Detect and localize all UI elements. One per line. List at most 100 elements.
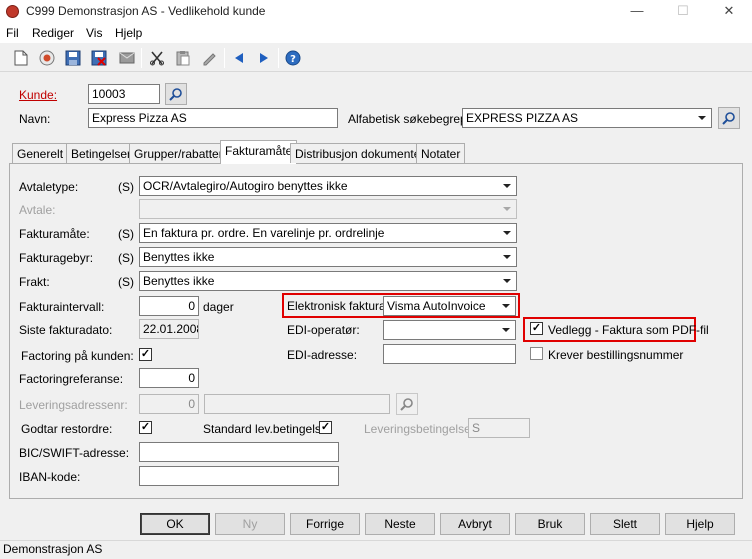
chevron-down-icon[interactable] bbox=[499, 225, 515, 241]
tab-notater[interactable]: Notater bbox=[416, 143, 466, 163]
kunde-input[interactable]: 10003 bbox=[88, 84, 160, 104]
cut-icon[interactable] bbox=[146, 47, 168, 69]
chevron-down-icon[interactable] bbox=[694, 110, 710, 126]
leveringsadresse-text bbox=[204, 394, 390, 414]
forward-arrow-icon[interactable] bbox=[253, 47, 275, 69]
factoring-checkbox[interactable]: ✓ bbox=[139, 348, 152, 361]
window-title: C999 Demonstrasjon AS - Vedlikehold kund… bbox=[26, 4, 266, 18]
forrige-button[interactable]: Forrige bbox=[290, 513, 360, 535]
avbryt-button[interactable]: Avbryt bbox=[440, 513, 510, 535]
save-icon[interactable] bbox=[62, 47, 84, 69]
menu-rediger[interactable]: Rediger bbox=[32, 26, 74, 40]
avtaletype-s-marker: (S) bbox=[118, 180, 134, 194]
alfabetisk-combo[interactable]: EXPRESS PIZZA AS bbox=[462, 108, 712, 128]
maximize-button[interactable]: ☐ bbox=[660, 0, 706, 23]
slett-button[interactable]: Slett bbox=[590, 513, 660, 535]
frakt-combo[interactable]: Benyttes ikke bbox=[139, 271, 517, 291]
leveringsbetingelse-input: S bbox=[468, 418, 530, 438]
iban-label: IBAN-kode: bbox=[19, 470, 81, 484]
alfabetisk-value: EXPRESS PIZZA AS bbox=[466, 111, 579, 125]
iban-input[interactable] bbox=[139, 466, 339, 486]
edit-icon[interactable] bbox=[198, 47, 220, 69]
leveringsadresse-lookup-button bbox=[396, 393, 418, 415]
help-icon[interactable]: ? bbox=[282, 47, 304, 69]
avtaletype-value: OCR/Avtalegiro/Autogiro benyttes ikke bbox=[143, 179, 348, 193]
elektronisk-faktura-label: Elektronisk faktura: bbox=[287, 299, 390, 313]
navn-label: Navn: bbox=[19, 112, 51, 126]
frakt-s-marker: (S) bbox=[118, 275, 134, 289]
menu-hjelp[interactable]: Hjelp bbox=[115, 26, 142, 40]
alfabetisk-lookup-button[interactable] bbox=[718, 107, 740, 129]
kunde-label: Kunde: bbox=[19, 88, 58, 102]
edi-operator-combo[interactable] bbox=[383, 320, 516, 340]
bruk-button[interactable]: Bruk bbox=[515, 513, 585, 535]
godtar-restordre-checkbox[interactable]: ✓ bbox=[139, 421, 152, 434]
tab-betingelser[interactable]: Betingelser bbox=[66, 143, 137, 163]
ok-button[interactable]: OK bbox=[140, 513, 210, 535]
dager-label: dager bbox=[203, 300, 234, 314]
siste-fakturadato-label: Siste fakturadato: bbox=[19, 323, 113, 337]
paste-icon[interactable] bbox=[172, 47, 194, 69]
svg-text:?: ? bbox=[290, 54, 296, 65]
vedlegg-pdf-label: Vedlegg - Faktura som PDF-fil bbox=[548, 323, 709, 337]
krever-bestillingsnummer-checkbox[interactable] bbox=[530, 347, 543, 360]
chevron-down-icon bbox=[499, 201, 515, 217]
krever-bestillingsnummer-label: Krever bestillingsnummer bbox=[548, 348, 684, 362]
avtaletype-label: Avtaletype: bbox=[19, 180, 79, 194]
alfabetisk-label: Alfabetisk søkebegrep: bbox=[348, 112, 471, 126]
fakturamate-label: Fakturamåte: bbox=[19, 227, 90, 241]
hjelp-button[interactable]: Hjelp bbox=[665, 513, 735, 535]
new-document-icon[interactable] bbox=[10, 47, 32, 69]
frakt-value: Benyttes ikke bbox=[143, 274, 215, 288]
godtar-restordre-label: Godtar restordre: bbox=[21, 422, 113, 436]
fakturamate-s-marker: (S) bbox=[118, 227, 134, 241]
menu-bar bbox=[0, 23, 752, 43]
delete-save-icon[interactable] bbox=[88, 47, 110, 69]
chevron-down-icon[interactable] bbox=[499, 273, 515, 289]
edi-operator-label: EDI-operatør: bbox=[287, 323, 360, 337]
factoringreferanse-label: Factoringreferanse: bbox=[19, 372, 124, 386]
search-icon bbox=[169, 88, 182, 101]
fakturagebyr-combo[interactable]: Benyttes ikke bbox=[139, 247, 517, 267]
tab-grupper-rabatter[interactable]: Grupper/rabatter bbox=[129, 143, 228, 163]
vedlegg-pdf-checkbox[interactable]: ✓ bbox=[530, 322, 543, 335]
tab-distribusjon-dokumenter[interactable]: Distribusjon dokumenter bbox=[290, 143, 430, 163]
bic-swift-input[interactable] bbox=[139, 442, 339, 462]
fakturagebyr-value: Benyttes ikke bbox=[143, 250, 215, 264]
edi-adresse-label: EDI-adresse: bbox=[287, 348, 358, 362]
neste-button[interactable]: Neste bbox=[365, 513, 435, 535]
kunde-lookup-button[interactable] bbox=[165, 83, 187, 105]
chevron-down-icon[interactable] bbox=[498, 298, 514, 314]
search-icon bbox=[400, 398, 413, 411]
fakturaintervall-input[interactable]: 0 bbox=[139, 296, 199, 316]
back-arrow-icon[interactable] bbox=[228, 47, 250, 69]
fakturagebyr-label: Fakturagebyr: bbox=[19, 251, 94, 265]
email-icon[interactable] bbox=[116, 47, 138, 69]
tab-fakturamate[interactable]: Fakturamåte bbox=[220, 140, 298, 164]
menu-fil[interactable]: Fil bbox=[6, 26, 19, 40]
factoringreferanse-input[interactable]: 0 bbox=[139, 368, 199, 388]
edi-adresse-input[interactable] bbox=[383, 344, 516, 364]
standard-levbetingelse-checkbox[interactable]: ✓ bbox=[319, 421, 332, 434]
navn-input[interactable]: Express Pizza AS bbox=[88, 108, 338, 128]
fakturamate-combo[interactable]: En faktura pr. ordre. En varelinje pr. o… bbox=[139, 223, 517, 243]
menu-vis[interactable]: Vis bbox=[86, 26, 102, 40]
frakt-label: Frakt: bbox=[19, 275, 50, 289]
elektronisk-faktura-value: Visma AutoInvoice bbox=[387, 299, 486, 313]
elektronisk-faktura-combo[interactable]: Visma AutoInvoice bbox=[383, 296, 516, 316]
minimize-button[interactable]: — bbox=[614, 0, 660, 23]
chevron-down-icon[interactable] bbox=[498, 322, 514, 338]
avtale-label: Avtale: bbox=[19, 203, 56, 217]
tab-generelt[interactable]: Generelt bbox=[12, 143, 69, 163]
chevron-down-icon[interactable] bbox=[499, 178, 515, 194]
toolbar bbox=[0, 44, 752, 72]
close-button[interactable]: ✕ bbox=[706, 0, 752, 23]
toolbar-separator bbox=[278, 48, 279, 68]
fakturamate-value: En faktura pr. ordre. En varelinje pr. o… bbox=[143, 226, 385, 240]
avtaletype-combo[interactable]: OCR/Avtalegiro/Autogiro benyttes ikke bbox=[139, 176, 517, 196]
globe-icon[interactable] bbox=[36, 47, 58, 69]
ny-button[interactable]: Ny bbox=[215, 513, 285, 535]
leveringsbetingelse-label: Leveringsbetingelse: bbox=[364, 422, 475, 436]
chevron-down-icon[interactable] bbox=[499, 249, 515, 265]
siste-fakturadato-value: 22.01.2008 bbox=[139, 319, 199, 339]
